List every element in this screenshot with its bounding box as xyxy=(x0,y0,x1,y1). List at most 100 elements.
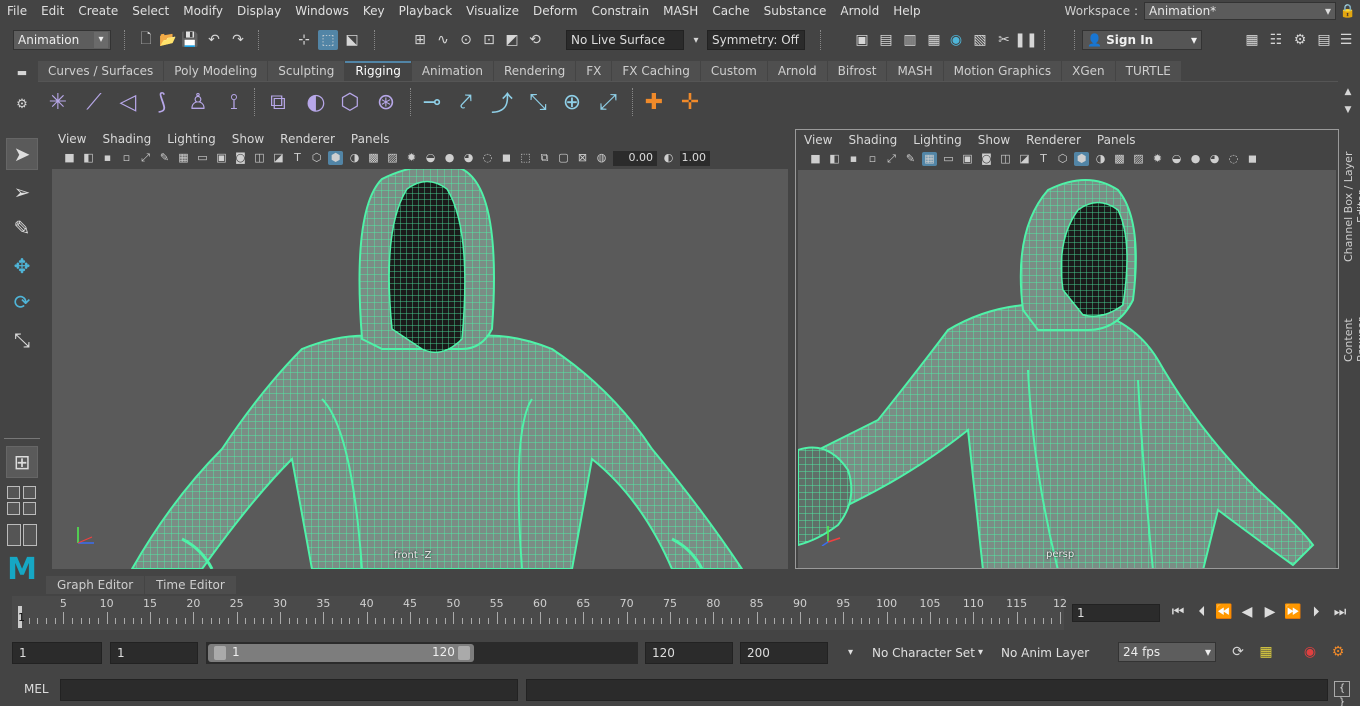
menu-set-dropdown[interactable]: Animation ▾ xyxy=(13,30,111,50)
shelf-tab-curves-surfaces[interactable]: Curves / Surfaces xyxy=(38,61,164,81)
panel-menu-show[interactable]: Show xyxy=(970,133,1018,147)
panel-menu-view[interactable]: View xyxy=(796,133,840,147)
menu-arnold[interactable]: Arnold xyxy=(833,4,886,18)
snap-point-icon[interactable]: ⊙ xyxy=(456,30,476,50)
loop-icon[interactable]: ⟳ xyxy=(1228,642,1248,662)
locator-icon[interactable]: ✚ xyxy=(638,86,670,118)
add-layout-icon[interactable] xyxy=(7,524,21,546)
isolate-select-icon[interactable]: ⬚ xyxy=(518,151,533,165)
bind-skin-icon[interactable]: ⧉ xyxy=(262,86,294,118)
shelf-tab-arnold[interactable]: Arnold xyxy=(767,61,827,81)
image-plane-icon[interactable]: ▫ xyxy=(865,152,880,166)
shelf-scroll-down-icon[interactable]: ▼ xyxy=(1338,100,1358,120)
move-tool-icon[interactable]: ✥ xyxy=(6,250,38,282)
ik-spline-icon[interactable]: ⟆ xyxy=(146,86,178,118)
step-forward-frame-icon[interactable]: ⏵ xyxy=(1306,602,1326,622)
menu-select[interactable]: Select xyxy=(125,4,176,18)
shelf-settings-gear-icon[interactable]: ⚙ xyxy=(12,94,32,114)
menu-substance[interactable]: Substance xyxy=(757,4,834,18)
animation-preferences-icon[interactable]: ⚙ xyxy=(1328,642,1348,662)
joint-tool-icon[interactable]: ✳ xyxy=(42,86,74,118)
pause-icon[interactable]: ❚❚ xyxy=(1014,30,1037,50)
scene-end-field[interactable]: 200 xyxy=(740,642,828,664)
content-browser-tab[interactable]: Content Browser xyxy=(1342,295,1360,385)
scale-constraint-icon[interactable]: ⤡ xyxy=(522,86,554,118)
cut-icon[interactable]: ✂ xyxy=(994,30,1014,50)
point-constraint-icon[interactable]: ⊸ xyxy=(416,86,448,118)
shelf-tab-animation[interactable]: Animation xyxy=(411,61,493,81)
grid-icon[interactable]: ▦ xyxy=(922,152,937,166)
shelf-tab-sculpting[interactable]: Sculpting xyxy=(268,61,345,81)
select-object-icon[interactable]: ⬚ xyxy=(318,30,338,50)
anti-alias-icon[interactable]: ◌ xyxy=(1226,152,1241,166)
snap-surface-icon[interactable]: ◩ xyxy=(502,30,522,50)
viewport-front[interactable]: front -Z xyxy=(52,169,788,569)
layer-editor-icon[interactable]: ☰ xyxy=(1336,30,1356,50)
menu-modify[interactable]: Modify xyxy=(176,4,230,18)
film-gate-icon[interactable]: ▭ xyxy=(941,152,956,166)
menu-edit[interactable]: Edit xyxy=(34,4,71,18)
menu-key[interactable]: Key xyxy=(356,4,392,18)
command-language-label[interactable]: MEL xyxy=(24,682,49,696)
textured-icon[interactable]: ▩ xyxy=(1112,152,1127,166)
grid-icon[interactable]: ▦ xyxy=(176,151,191,165)
shelf-tab-poly-modeling[interactable]: Poly Modeling xyxy=(164,61,268,81)
lights-icon[interactable]: ✹ xyxy=(1150,152,1165,166)
gamma-field[interactable]: 1.00 xyxy=(680,150,710,166)
motion-blur-icon[interactable]: ◕ xyxy=(461,151,476,165)
anti-alias-icon[interactable]: ◌ xyxy=(480,151,495,165)
shadows-icon[interactable]: ◒ xyxy=(423,151,438,165)
snap-view-icon[interactable]: ⊡ xyxy=(479,30,499,50)
gamma-icon[interactable]: ◐ xyxy=(661,151,676,165)
textured-icon[interactable]: ▩ xyxy=(366,151,381,165)
menu-cache[interactable]: Cache xyxy=(705,4,756,18)
menu-help[interactable]: Help xyxy=(886,4,927,18)
paint-weights-icon[interactable]: ◐ xyxy=(300,86,332,118)
gate-mask-icon[interactable]: ◙ xyxy=(979,152,994,166)
menu-visualize[interactable]: Visualize xyxy=(459,4,526,18)
field-chart-icon[interactable]: ◫ xyxy=(252,151,267,165)
twod-pan-icon[interactable]: ⤢ xyxy=(138,151,153,165)
safe-title-icon[interactable]: T xyxy=(290,151,305,165)
new-scene-icon[interactable]: 🗋 xyxy=(136,30,156,50)
auto-key-icon[interactable]: ▦ xyxy=(1256,642,1276,662)
rotate-tool-icon[interactable]: ⟳ xyxy=(6,286,38,318)
go-to-end-icon[interactable]: ⏭ xyxy=(1330,602,1350,622)
lasso-tool-icon[interactable]: ➢ xyxy=(6,176,38,208)
field-chart-icon[interactable]: ◫ xyxy=(998,152,1013,166)
menu-deform[interactable]: Deform xyxy=(526,4,585,18)
select-component-icon[interactable]: ⬕ xyxy=(342,30,362,50)
resolution-gate-icon[interactable]: ▣ xyxy=(960,152,975,166)
scene-start-field[interactable]: 1 xyxy=(12,642,102,664)
shelf-tab-custom[interactable]: Custom xyxy=(700,61,767,81)
shelf-tab-mash[interactable]: MASH xyxy=(887,61,943,81)
live-surface-field[interactable]: No Live Surface xyxy=(566,30,684,50)
camera-attributes-icon[interactable]: ◧ xyxy=(827,152,842,166)
shelf-tab-fx-caching[interactable]: FX Caching xyxy=(612,61,700,81)
chevron-down-icon[interactable]: ▾ xyxy=(686,30,706,50)
tab-time-editor[interactable]: Time Editor xyxy=(145,576,236,594)
select-hierarchy-icon[interactable]: ⊹ xyxy=(294,30,314,50)
xray-icon[interactable]: ▨ xyxy=(385,151,400,165)
ambient-occlusion-icon[interactable]: ● xyxy=(1188,152,1203,166)
camera-icon[interactable]: ■ xyxy=(808,152,823,166)
exposure-field[interactable]: 0.00 xyxy=(613,150,657,166)
xray-icon[interactable]: ▨ xyxy=(1131,152,1146,166)
resolution-gate-icon[interactable]: ▣ xyxy=(214,151,229,165)
script-editor-icon[interactable]: { } xyxy=(1334,681,1350,706)
shelf-tab-fx[interactable]: FX xyxy=(576,61,612,81)
grease-pencil-icon[interactable]: ✎ xyxy=(157,151,172,165)
camera-attributes-icon[interactable]: ◧ xyxy=(81,151,96,165)
layout-options-icon[interactable] xyxy=(23,524,37,546)
panel-menu-lighting[interactable]: Lighting xyxy=(159,132,224,146)
anim-layer-dropdown[interactable]: No Anim Layer xyxy=(1001,642,1089,664)
command-input[interactable] xyxy=(60,679,518,701)
open-scene-icon[interactable]: 📂 xyxy=(158,30,178,50)
channel-box-icon[interactable]: ▤ xyxy=(1314,30,1334,50)
auto-keyframe-toggle-icon[interactable]: ◉ xyxy=(1300,642,1320,662)
depth-of-field-icon[interactable]: ◼ xyxy=(1245,152,1260,166)
panel-menu-shading[interactable]: Shading xyxy=(840,133,905,147)
shelf-scroll-up-icon[interactable]: ▲ xyxy=(1338,82,1358,102)
cluster-icon[interactable]: ⊛ xyxy=(370,86,402,118)
exposure-icon[interactable]: ◍ xyxy=(594,151,609,165)
